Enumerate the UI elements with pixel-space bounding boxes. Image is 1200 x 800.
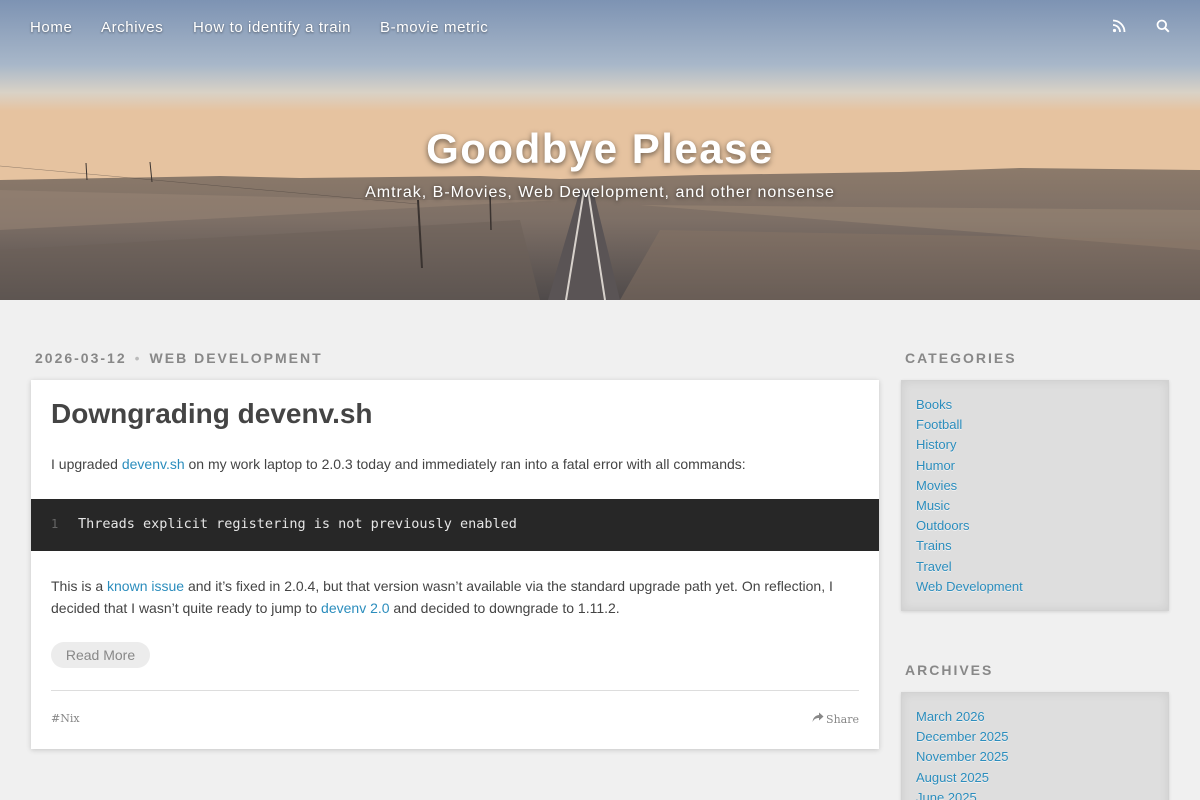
category-books[interactable]: Books	[916, 397, 952, 412]
list-item: Books	[916, 396, 1168, 416]
list-item: Outdoors	[916, 517, 1168, 537]
code-line: Threads explicit registering is not prev…	[78, 516, 517, 532]
archives-widget: March 2026 December 2025 November 2025 A…	[901, 692, 1169, 800]
category-movies[interactable]: Movies	[916, 478, 957, 493]
search-icon[interactable]	[1156, 19, 1172, 35]
site-subtitle: Amtrak, B-Movies, Web Development, and o…	[365, 184, 835, 201]
list-item: Web Development	[916, 578, 1168, 598]
list-item: December 2025	[916, 728, 1168, 748]
code-line-number: 1	[51, 517, 59, 531]
post-title[interactable]: Downgrading devenv.sh	[51, 398, 373, 430]
list-item: Humor	[916, 457, 1168, 477]
archives-heading: ARCHIVES	[905, 662, 994, 678]
paragraph-text: I upgraded	[51, 456, 122, 472]
share-label: Share	[826, 712, 859, 726]
read-more-button[interactable]: Read More	[51, 642, 150, 668]
list-item: Music	[916, 497, 1168, 517]
category-trains[interactable]: Trains	[916, 538, 952, 553]
post-divider	[51, 690, 859, 691]
tag-nix[interactable]: #Nix	[51, 712, 80, 725]
category-web-development[interactable]: Web Development	[916, 579, 1023, 594]
post-paragraph-1: I upgraded devenv.sh on my work laptop t…	[51, 453, 851, 475]
archive-june-2025[interactable]: June 2025	[916, 790, 977, 800]
nav-how-to-identify-a-train[interactable]: How to identify a train	[193, 19, 351, 36]
category-travel[interactable]: Travel	[916, 559, 952, 574]
paragraph-text: and decided to downgrade to 1.11.2.	[389, 600, 620, 616]
list-item: History	[916, 436, 1168, 456]
site-title[interactable]: Goodbye Please	[0, 125, 1200, 173]
post-paragraph-2: This is a known issue and it’s fixed in …	[51, 575, 851, 619]
archive-march-2026[interactable]: March 2026	[916, 709, 985, 724]
code-block: 1 Threads explicit registering is not pr…	[31, 499, 879, 551]
list-item: March 2026	[916, 708, 1168, 728]
share-icon	[812, 712, 824, 726]
nav-archives[interactable]: Archives	[101, 19, 163, 36]
categories-widget: Books Football History Humor Movies Musi…	[901, 380, 1169, 611]
post-date[interactable]: 2026-03-12	[35, 350, 127, 366]
list-item: June 2025	[916, 789, 1168, 800]
paragraph-text: This is a	[51, 578, 108, 594]
post-meta: 2026-03-12 • WEB DEVELOPMENT	[35, 350, 323, 366]
category-history[interactable]: History	[916, 437, 956, 452]
list-item: August 2025	[916, 769, 1168, 789]
list-item: Movies	[916, 477, 1168, 497]
known-issue-link[interactable]: known issue	[107, 578, 184, 594]
archive-december-2025[interactable]: December 2025	[916, 729, 1009, 744]
devenv-2-link[interactable]: devenv 2.0	[321, 600, 390, 616]
post-card: Downgrading devenv.sh I upgraded devenv.…	[31, 380, 879, 749]
site-header: Home Archives How to identify a train B-…	[0, 0, 1200, 300]
devenv-link[interactable]: devenv.sh	[122, 456, 185, 472]
meta-separator: •	[134, 350, 142, 366]
list-item: November 2025	[916, 748, 1168, 768]
share-button[interactable]: Share	[812, 712, 859, 726]
post-category[interactable]: WEB DEVELOPMENT	[150, 350, 323, 366]
nav-home[interactable]: Home	[30, 19, 72, 36]
rss-icon[interactable]	[1112, 19, 1128, 35]
archives-list: March 2026 December 2025 November 2025 A…	[902, 708, 1168, 800]
list-item: Trains	[916, 537, 1168, 557]
paragraph-text: on my work laptop to 2.0.3 today and imm…	[184, 456, 746, 472]
category-music[interactable]: Music	[916, 498, 950, 513]
nav-b-movie-metric[interactable]: B-movie metric	[380, 19, 488, 36]
category-humor[interactable]: Humor	[916, 458, 955, 473]
category-outdoors[interactable]: Outdoors	[916, 518, 969, 533]
main-nav: Home Archives How to identify a train B-…	[0, 0, 1200, 56]
category-football[interactable]: Football	[916, 417, 962, 432]
categories-list: Books Football History Humor Movies Musi…	[902, 396, 1168, 598]
list-item: Football	[916, 416, 1168, 436]
categories-heading: CATEGORIES	[905, 350, 1017, 366]
archive-august-2025[interactable]: August 2025	[916, 770, 989, 785]
list-item: Travel	[916, 558, 1168, 578]
archive-november-2025[interactable]: November 2025	[916, 749, 1009, 764]
